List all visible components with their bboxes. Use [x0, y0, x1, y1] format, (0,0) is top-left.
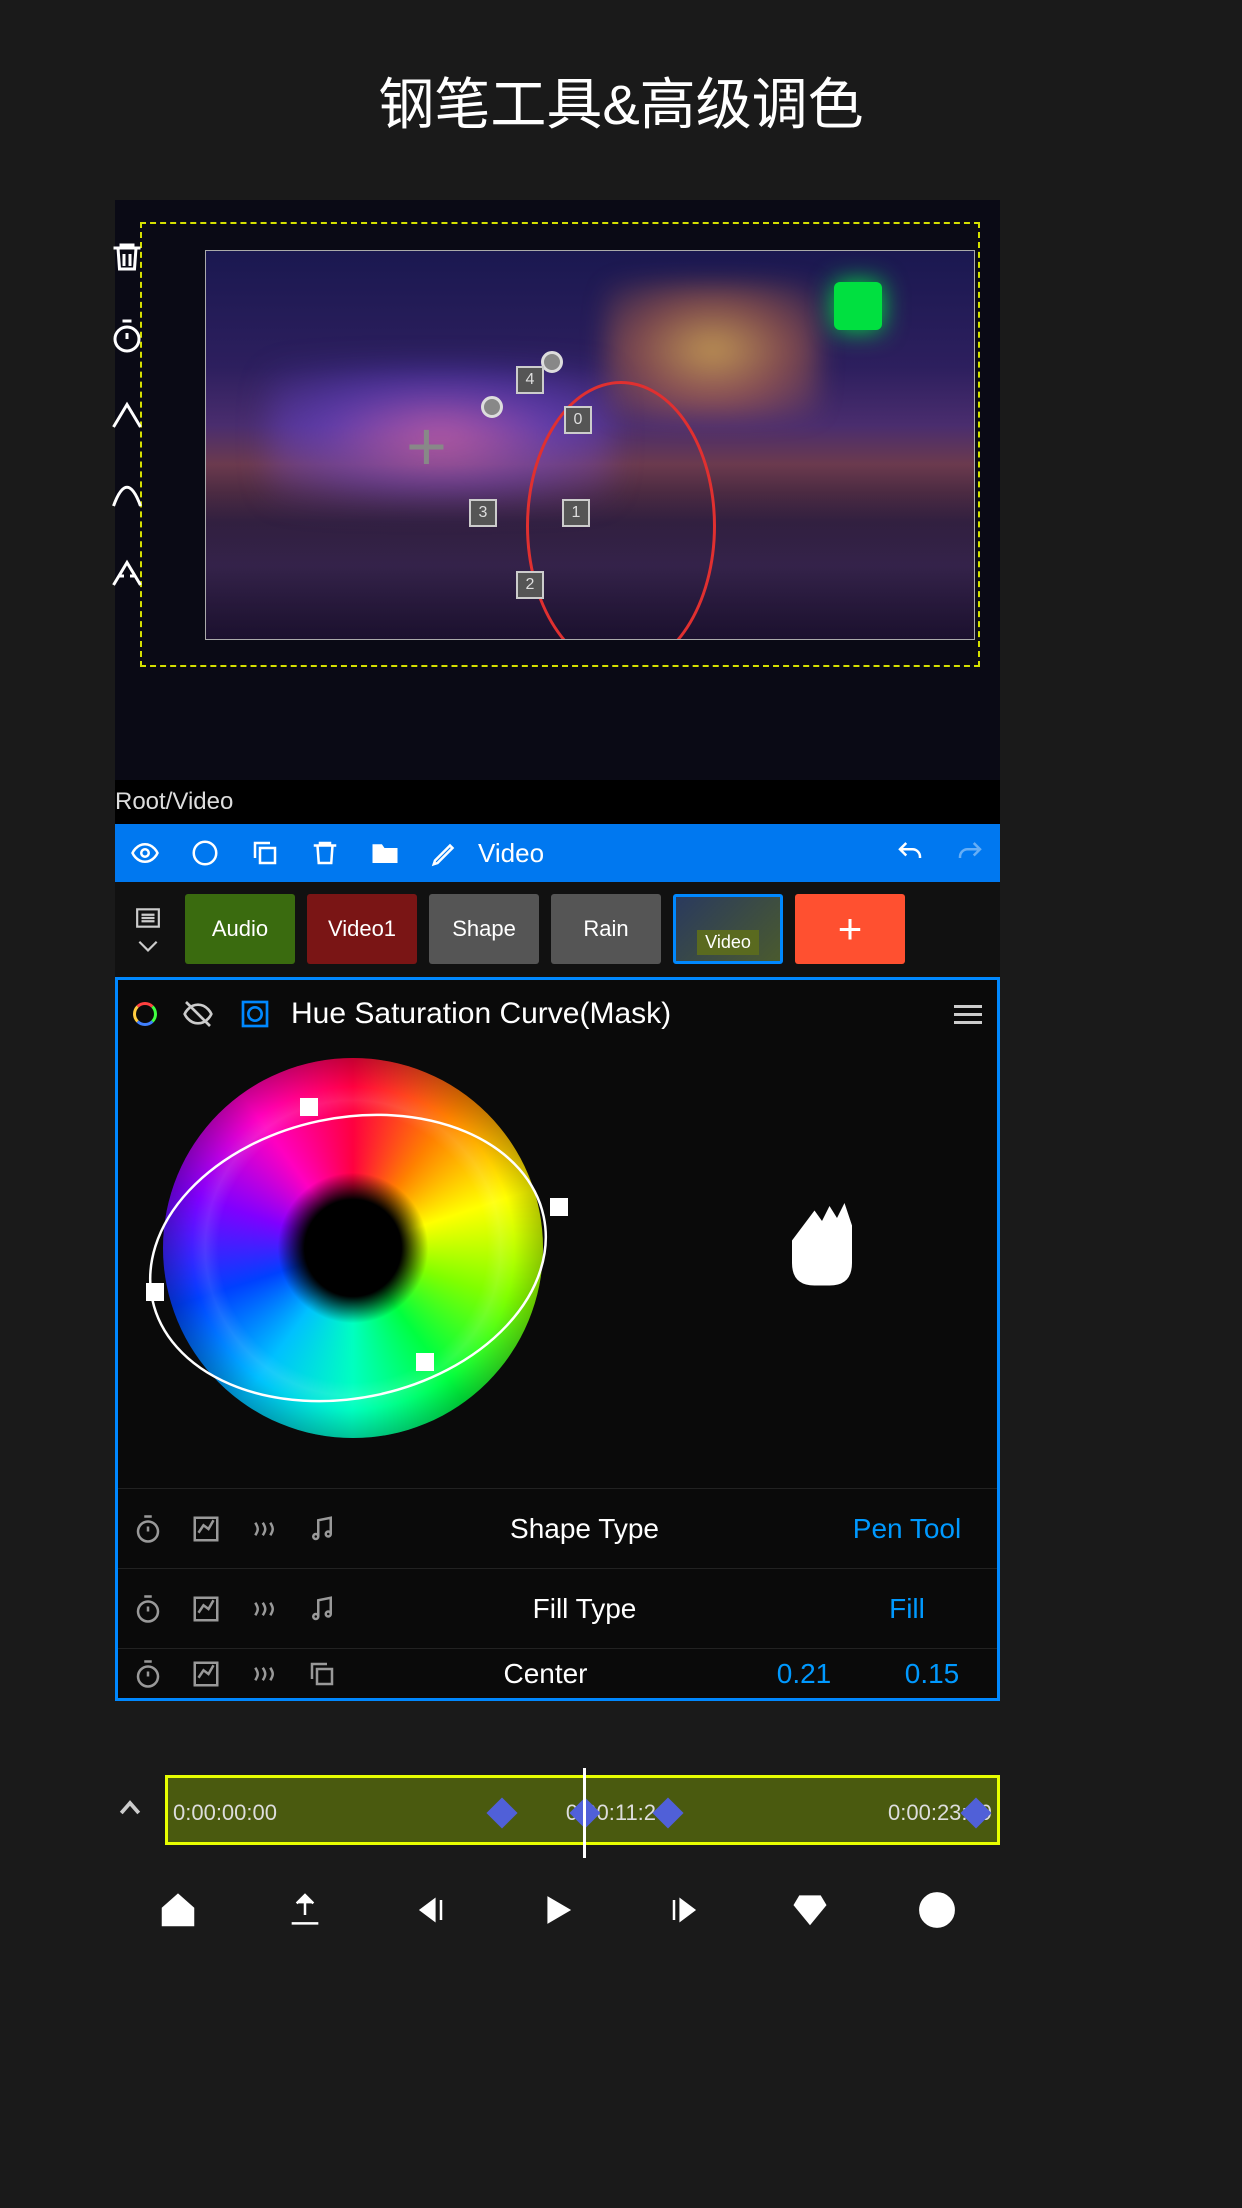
curve-point[interactable] [550, 1198, 568, 1216]
track-video1[interactable]: Video1 [307, 894, 417, 964]
side-toolbar [105, 235, 149, 595]
vibrate-icon[interactable] [249, 1514, 279, 1544]
chevron-up-icon[interactable] [115, 1793, 165, 1828]
curve-bezier-icon[interactable] [105, 472, 149, 516]
video-canvas[interactable]: + 0 4 1 3 2 [205, 250, 975, 640]
target-icon[interactable] [239, 998, 271, 1030]
color-icon[interactable] [133, 1002, 157, 1026]
export-icon[interactable] [285, 1890, 325, 1930]
play-icon[interactable] [537, 1890, 577, 1930]
graph-icon[interactable] [191, 1514, 221, 1544]
mask-handle-1[interactable]: 1 [562, 499, 590, 527]
track-audio[interactable]: Audio [185, 894, 295, 964]
music-icon[interactable] [307, 1514, 337, 1544]
timer-icon[interactable] [133, 1514, 163, 1544]
bottom-toolbar [115, 1870, 1000, 1950]
param-shape-type: Shape Type Pen Tool [118, 1488, 997, 1568]
app-window: + 0 4 1 3 2 Root/Video Video [115, 200, 1000, 1701]
timer-icon[interactable] [105, 314, 149, 358]
track-list: Audio Video1 Shape Rain + [115, 882, 1000, 977]
edit-label: Video [478, 838, 865, 869]
param-center: Center 0.21 0.15 [118, 1648, 997, 1698]
track-toggle[interactable] [123, 894, 173, 965]
breadcrumb[interactable]: Root/Video [115, 780, 1000, 824]
pointer-icon [777, 1188, 867, 1298]
visibility-off-icon[interactable] [182, 998, 214, 1030]
mask-handle-2[interactable]: 2 [516, 571, 544, 599]
edit-icon[interactable] [430, 838, 460, 868]
layer-toolbar: Video [115, 824, 1000, 882]
curve-point[interactable] [416, 1353, 434, 1371]
keyframe-icon[interactable] [487, 1797, 518, 1828]
curve-linear-icon[interactable] [105, 393, 149, 437]
vibrate-icon[interactable] [249, 1594, 279, 1624]
curve-point[interactable] [300, 1098, 318, 1116]
playhead[interactable] [583, 1768, 586, 1858]
crosshair-icon: + [406, 406, 447, 486]
curve-point[interactable] [146, 1283, 164, 1301]
timeline[interactable]: 0:00:00:00 0:00:11:24 0:00:23:19 [115, 1770, 1000, 1850]
control-point[interactable] [481, 396, 503, 418]
copy-icon[interactable] [250, 838, 280, 868]
mask-handle-3[interactable]: 3 [469, 499, 497, 527]
track-shape[interactable]: Shape [429, 894, 539, 964]
param-fill-type: Fill Type Fill [118, 1568, 997, 1648]
color-wheel-area[interactable] [118, 1048, 997, 1488]
timeline-bar[interactable]: 0:00:00:00 0:00:11:24 0:00:23:19 [165, 1775, 1000, 1845]
circle-icon[interactable] [190, 838, 220, 868]
folder-icon[interactable] [370, 838, 400, 868]
menu-icon[interactable] [954, 1005, 982, 1024]
timer-icon[interactable] [133, 1659, 163, 1689]
add-track-button[interactable]: + [795, 894, 905, 964]
step-forward-icon[interactable] [664, 1890, 704, 1930]
track-video-selected[interactable] [673, 894, 783, 964]
graph-icon[interactable] [191, 1659, 221, 1689]
vibrate-icon[interactable] [249, 1659, 279, 1689]
mask-handle-4[interactable]: 4 [516, 366, 544, 394]
panel-title: Hue Saturation Curve(Mask) [291, 997, 929, 1031]
page-title: 钢笔工具&高级调色 [0, 0, 1242, 201]
hue-wheel[interactable] [163, 1058, 543, 1438]
undo-icon[interactable] [895, 838, 925, 868]
help-icon[interactable] [917, 1890, 957, 1930]
param-list: Shape Type Pen Tool Fill Type Fill Cente… [118, 1488, 997, 1698]
music-icon[interactable] [307, 1594, 337, 1624]
visibility-icon[interactable] [130, 838, 160, 868]
curve-handle-icon[interactable] [105, 551, 149, 595]
time-start: 0:00:00:00 [173, 1800, 277, 1826]
track-rain[interactable]: Rain [551, 894, 661, 964]
control-point[interactable] [541, 351, 563, 373]
home-icon[interactable] [158, 1890, 198, 1930]
redo-icon[interactable] [955, 838, 985, 868]
delete-icon[interactable] [105, 235, 149, 279]
copy-icon[interactable] [307, 1659, 337, 1689]
mask-handle-0[interactable]: 0 [564, 406, 592, 434]
diamond-icon[interactable] [790, 1890, 830, 1930]
hue-sat-panel: Hue Saturation Curve(Mask) Shape Type Pe… [115, 977, 1000, 1701]
step-back-icon[interactable] [411, 1890, 451, 1930]
graph-icon[interactable] [191, 1594, 221, 1624]
timer-icon[interactable] [133, 1594, 163, 1624]
preview-area[interactable]: + 0 4 1 3 2 [115, 200, 1000, 780]
trash-icon[interactable] [310, 838, 340, 868]
